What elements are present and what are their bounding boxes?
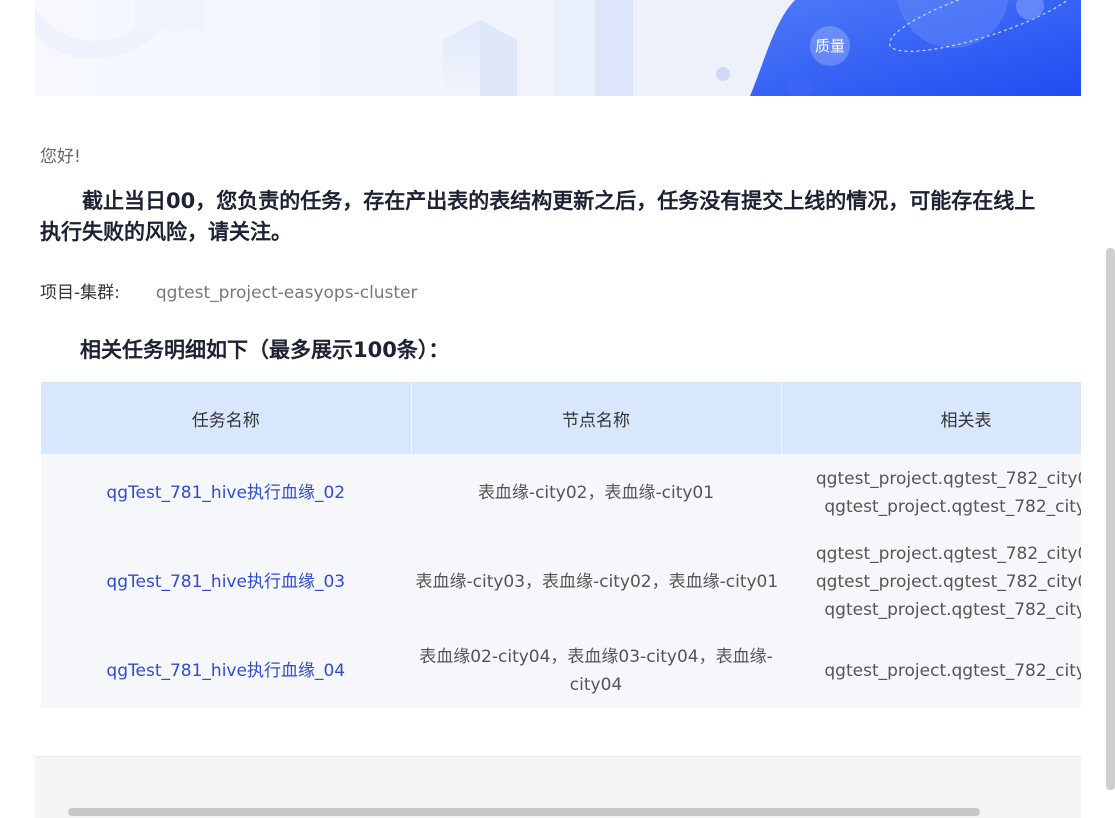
task-table: 任务名称 节点名称 相关表 qgTest_781_hive执行血缘_02 表血缘… bbox=[41, 382, 1081, 708]
table-name: qgtest_project.qgtest_782_city02， bbox=[815, 544, 1081, 564]
node-cell: 表血缘-city03，表血缘-city02，表血缘-city01 bbox=[411, 532, 782, 632]
notice-text: 截止当日00，您负责的任务，存在产出表的表结构更新之后，任务没有提交上线的情况，… bbox=[40, 186, 1080, 248]
project-cluster-row: 项目-集群: qgtest_project-easyops-cluster bbox=[40, 278, 418, 303]
task-link[interactable]: qgTest_781_hive执行血缘_02 bbox=[106, 483, 345, 503]
task-link[interactable]: qgTest_781_hive执行血缘_04 bbox=[106, 661, 345, 681]
table-name: qgtest_project.qgtest_782_city01 bbox=[824, 497, 1081, 517]
tables-cell: qgtest_project.qgtest_782_city04 bbox=[781, 632, 1081, 708]
table-row: qgTest_781_hive执行血缘_04 表血缘02-city04，表血缘0… bbox=[41, 632, 1081, 708]
email-content: 质量 您好! 截止当日00，您负责的任务，存在产出表的表结构更新之后，任务没有提… bbox=[35, 0, 1081, 818]
vertical-scrollbar[interactable] bbox=[1106, 248, 1115, 790]
banner-illustration bbox=[35, 0, 1081, 96]
project-value: qgtest_project-easyops-cluster bbox=[155, 283, 418, 303]
project-label: 项目-集群: bbox=[40, 283, 120, 303]
node-cell: 表血缘02-city04，表血缘03-city04，表血缘-city04 bbox=[411, 632, 782, 708]
table-name: qgtest_project.qgtest_782_city02， bbox=[815, 469, 1081, 489]
table-row: qgTest_781_hive执行血缘_03 表血缘-city03，表血缘-ci… bbox=[41, 532, 1081, 632]
tables-cell: qgtest_project.qgtest_782_city02， qgtest… bbox=[781, 532, 1081, 632]
greeting: 您好! bbox=[40, 147, 81, 167]
task-cell: qgTest_781_hive执行血缘_02 bbox=[41, 454, 412, 532]
banner: 质量 bbox=[35, 0, 1081, 96]
notice-line: 截止当日00，您负责的任务，存在产出表的表结构更新之后，任务没有提交上线的情况，… bbox=[82, 189, 1036, 213]
detail-title: 相关任务明细如下（最多展示100条）： bbox=[80, 338, 450, 362]
table-name: qgtest_project.qgtest_782_city01， bbox=[815, 572, 1081, 592]
task-link[interactable]: qgTest_781_hive执行血缘_03 bbox=[106, 572, 345, 592]
table-row: qgTest_781_hive执行血缘_02 表血缘-city02，表血缘-ci… bbox=[41, 454, 1081, 532]
task-cell: qgTest_781_hive执行血缘_03 bbox=[41, 532, 412, 632]
column-header-task: 任务名称 bbox=[41, 382, 412, 454]
column-header-tables: 相关表 bbox=[781, 382, 1081, 454]
table-name: qgtest_project.qgtest_782_city03 bbox=[824, 600, 1081, 620]
node-cell: 表血缘-city02，表血缘-city01 bbox=[411, 454, 782, 532]
tables-cell: qgtest_project.qgtest_782_city02， qgtest… bbox=[781, 454, 1081, 532]
notice-line: 执行失败的风险，请关注。 bbox=[40, 220, 292, 244]
task-cell: qgTest_781_hive执行血缘_04 bbox=[41, 632, 412, 708]
quality-badge: 质量 bbox=[810, 26, 850, 66]
table-header-row: 任务名称 节点名称 相关表 bbox=[41, 382, 1081, 454]
table-name: qgtest_project.qgtest_782_city04 bbox=[824, 661, 1081, 681]
horizontal-scrollbar[interactable] bbox=[68, 808, 980, 816]
column-header-node: 节点名称 bbox=[411, 382, 782, 454]
